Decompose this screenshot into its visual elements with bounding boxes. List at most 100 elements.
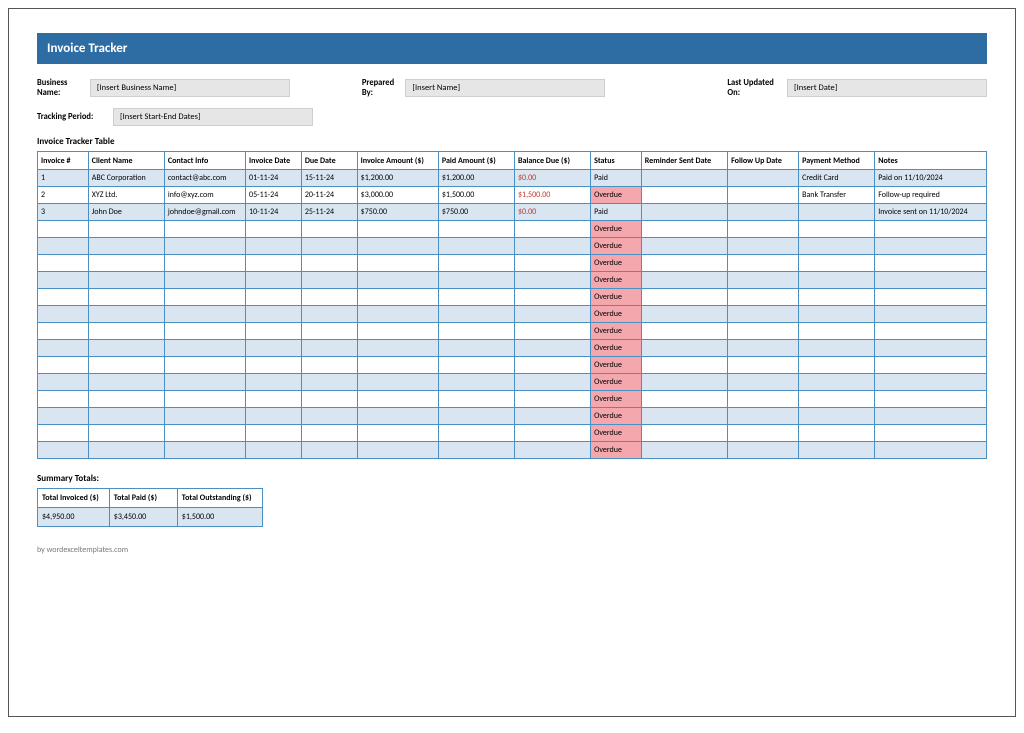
cell-follow[interactable] bbox=[728, 187, 799, 204]
prepared-by-input[interactable]: [Insert Name] bbox=[405, 79, 605, 97]
cell-num[interactable]: 2 bbox=[38, 187, 89, 204]
cell-notes[interactable]: Paid on 11/10/2024 bbox=[875, 170, 987, 187]
cell-num[interactable]: 3 bbox=[38, 204, 89, 221]
cell-num[interactable] bbox=[38, 255, 89, 272]
cell-num[interactable] bbox=[38, 391, 89, 408]
cell-invdate[interactable] bbox=[246, 425, 302, 442]
cell-reminder[interactable] bbox=[641, 238, 727, 255]
cell-client[interactable] bbox=[88, 391, 164, 408]
cell-invdate[interactable] bbox=[246, 340, 302, 357]
cell-reminder[interactable] bbox=[641, 391, 727, 408]
cell-notes[interactable] bbox=[875, 238, 987, 255]
cell-balance[interactable]: $1,500.00 bbox=[514, 187, 590, 204]
cell-paid[interactable] bbox=[438, 442, 514, 459]
cell-follow[interactable] bbox=[728, 221, 799, 238]
cell-status[interactable]: Overdue bbox=[591, 340, 642, 357]
cell-reminder[interactable] bbox=[641, 374, 727, 391]
table-row[interactable]: 2XYZ Ltd.info@xyz.com05-11-2420-11-24$3,… bbox=[38, 187, 987, 204]
cell-follow[interactable] bbox=[728, 204, 799, 221]
cell-due[interactable] bbox=[301, 374, 357, 391]
table-row[interactable]: Overdue bbox=[38, 221, 987, 238]
cell-follow[interactable] bbox=[728, 170, 799, 187]
cell-contact[interactable] bbox=[164, 357, 245, 374]
cell-contact[interactable] bbox=[164, 374, 245, 391]
table-row[interactable]: Overdue bbox=[38, 391, 987, 408]
cell-contact[interactable]: info@xyz.com bbox=[164, 187, 245, 204]
cell-balance[interactable] bbox=[514, 357, 590, 374]
cell-follow[interactable] bbox=[728, 289, 799, 306]
cell-paid[interactable]: $1,200.00 bbox=[438, 170, 514, 187]
cell-invdate[interactable] bbox=[246, 323, 302, 340]
cell-status[interactable]: Paid bbox=[591, 204, 642, 221]
cell-method[interactable] bbox=[799, 340, 875, 357]
cell-reminder[interactable] bbox=[641, 306, 727, 323]
cell-follow[interactable] bbox=[728, 238, 799, 255]
cell-status[interactable]: Overdue bbox=[591, 187, 642, 204]
cell-invdate[interactable]: 01-11-24 bbox=[246, 170, 302, 187]
cell-num[interactable] bbox=[38, 221, 89, 238]
cell-notes[interactable] bbox=[875, 408, 987, 425]
cell-contact[interactable] bbox=[164, 442, 245, 459]
cell-balance[interactable]: $0.00 bbox=[514, 204, 590, 221]
cell-notes[interactable]: Follow-up required bbox=[875, 187, 987, 204]
cell-reminder[interactable] bbox=[641, 425, 727, 442]
cell-follow[interactable] bbox=[728, 255, 799, 272]
cell-status[interactable]: Overdue bbox=[591, 357, 642, 374]
cell-num[interactable] bbox=[38, 425, 89, 442]
cell-method[interactable] bbox=[799, 221, 875, 238]
cell-invdate[interactable] bbox=[246, 442, 302, 459]
cell-follow[interactable] bbox=[728, 272, 799, 289]
cell-due[interactable] bbox=[301, 238, 357, 255]
cell-client[interactable] bbox=[88, 289, 164, 306]
cell-due[interactable] bbox=[301, 306, 357, 323]
cell-balance[interactable] bbox=[514, 221, 590, 238]
cell-reminder[interactable] bbox=[641, 221, 727, 238]
cell-client[interactable] bbox=[88, 357, 164, 374]
cell-notes[interactable] bbox=[875, 425, 987, 442]
cell-status[interactable]: Paid bbox=[591, 170, 642, 187]
cell-method[interactable] bbox=[799, 204, 875, 221]
cell-notes[interactable] bbox=[875, 442, 987, 459]
cell-amount[interactable]: $750.00 bbox=[357, 204, 438, 221]
cell-client[interactable] bbox=[88, 374, 164, 391]
cell-balance[interactable] bbox=[514, 374, 590, 391]
cell-follow[interactable] bbox=[728, 306, 799, 323]
cell-follow[interactable] bbox=[728, 442, 799, 459]
cell-notes[interactable] bbox=[875, 340, 987, 357]
cell-balance[interactable] bbox=[514, 306, 590, 323]
cell-amount[interactable]: $1,200.00 bbox=[357, 170, 438, 187]
cell-status[interactable]: Overdue bbox=[591, 238, 642, 255]
cell-invdate[interactable] bbox=[246, 391, 302, 408]
cell-invdate[interactable] bbox=[246, 357, 302, 374]
cell-client[interactable]: ABC Corporation bbox=[88, 170, 164, 187]
table-row[interactable]: Overdue bbox=[38, 255, 987, 272]
table-row[interactable]: Overdue bbox=[38, 306, 987, 323]
cell-num[interactable]: 1 bbox=[38, 170, 89, 187]
cell-reminder[interactable] bbox=[641, 357, 727, 374]
cell-due[interactable] bbox=[301, 425, 357, 442]
table-row[interactable]: 1ABC Corporationcontact@abc.com01-11-241… bbox=[38, 170, 987, 187]
cell-reminder[interactable] bbox=[641, 323, 727, 340]
cell-reminder[interactable] bbox=[641, 272, 727, 289]
cell-notes[interactable] bbox=[875, 374, 987, 391]
cell-paid[interactable] bbox=[438, 374, 514, 391]
cell-client[interactable] bbox=[88, 340, 164, 357]
cell-num[interactable] bbox=[38, 442, 89, 459]
cell-num[interactable] bbox=[38, 306, 89, 323]
cell-invdate[interactable] bbox=[246, 306, 302, 323]
cell-paid[interactable] bbox=[438, 238, 514, 255]
cell-status[interactable]: Overdue bbox=[591, 272, 642, 289]
cell-method[interactable] bbox=[799, 255, 875, 272]
cell-amount[interactable] bbox=[357, 340, 438, 357]
cell-reminder[interactable] bbox=[641, 255, 727, 272]
cell-num[interactable] bbox=[38, 340, 89, 357]
table-row[interactable]: Overdue bbox=[38, 442, 987, 459]
cell-amount[interactable] bbox=[357, 408, 438, 425]
cell-amount[interactable] bbox=[357, 221, 438, 238]
cell-notes[interactable] bbox=[875, 221, 987, 238]
cell-invdate[interactable] bbox=[246, 238, 302, 255]
cell-num[interactable] bbox=[38, 357, 89, 374]
cell-amount[interactable] bbox=[357, 306, 438, 323]
cell-status[interactable]: Overdue bbox=[591, 425, 642, 442]
cell-method[interactable]: Bank Transfer bbox=[799, 187, 875, 204]
